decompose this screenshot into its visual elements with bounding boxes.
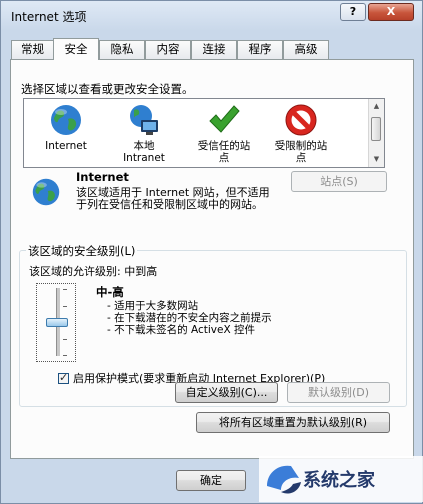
window-title: Internet 选项 <box>11 10 87 24</box>
selected-zone-globe-icon <box>32 178 60 206</box>
tab-advanced[interactable]: 高级 <box>283 40 329 59</box>
tab-security[interactable]: 安全 <box>53 38 99 60</box>
selected-zone-description: 该区域适用于 Internet 网站，但不适用于列在受信任和受限制区域中的网站。 <box>76 186 270 211</box>
security-level-slider[interactable] <box>36 283 76 362</box>
level-detail-line: - 在下载潜在的不安全内容之前提示 <box>107 312 272 324</box>
slider-tick <box>63 289 67 290</box>
zone-label: 受信任的站点 <box>197 140 251 164</box>
sites-button[interactable]: 站点(S) <box>291 171 387 192</box>
tab-strip: 常规 安全 隐私 内容 连接 程序 高级 <box>11 38 411 60</box>
watermark-text: 系统之家 <box>303 470 375 491</box>
scroll-thumb[interactable] <box>371 117 381 141</box>
globe-icon <box>51 105 81 135</box>
level-detail-line: - 适用于大多数网站 <box>107 300 199 312</box>
ok-button[interactable]: 确定 <box>176 470 246 491</box>
zone-label: 本地 Intranet <box>123 140 165 164</box>
zone-restricted-sites[interactable]: 受限制的站点 <box>264 103 338 164</box>
selected-zone-name: Internet <box>76 170 129 184</box>
default-level-button[interactable]: 默认级别(D) <box>287 382 390 403</box>
security-level-legend: 该区域的安全级别(L) <box>26 243 138 259</box>
zone-label: Internet <box>45 140 87 152</box>
zone-local-intranet[interactable]: 本地 Intranet <box>107 103 181 164</box>
zone-label: 受限制的站点 <box>274 140 328 164</box>
protected-mode-checkbox[interactable]: ✓ <box>58 371 69 384</box>
level-detail-line: - 不下载未签名的 ActiveX 控件 <box>107 324 255 336</box>
restricted-icon <box>285 104 317 136</box>
close-button[interactable]: X <box>368 3 414 21</box>
slider-tick <box>63 306 67 307</box>
help-button[interactable]: ? <box>340 3 366 21</box>
zone-trusted-sites[interactable]: 受信任的站点 <box>187 103 261 164</box>
scroll-up-icon[interactable]: ▲ <box>369 99 384 114</box>
intranet-icon <box>130 105 158 135</box>
slider-tick <box>63 355 67 356</box>
tab-privacy[interactable]: 隐私 <box>99 40 145 59</box>
level-details: - 适用于大多数网站 - 在下载潜在的不安全内容之前提示 - 不下载未签名的 A… <box>107 300 272 336</box>
trusted-check-icon <box>209 105 240 133</box>
tab-connections[interactable]: 连接 <box>191 40 237 59</box>
scroll-down-icon[interactable]: ▼ <box>369 152 384 167</box>
level-name: 中-高 <box>96 285 124 299</box>
reset-all-zones-button[interactable]: 将所有区域重置为默认级别(R) <box>196 412 390 433</box>
slider-thumb[interactable] <box>46 318 68 327</box>
allowed-levels-text: 该区域的允许级别: 中到高 <box>29 265 158 278</box>
tab-content[interactable]: 内容 <box>145 40 191 59</box>
tab-programs[interactable]: 程序 <box>237 40 283 59</box>
tab-general[interactable]: 常规 <box>11 40 54 59</box>
zone-instruction: 选择区域以查看或更改安全设置。 <box>21 82 194 96</box>
zone-internet[interactable]: Internet <box>29 103 103 152</box>
security-panel: 选择区域以查看或更改安全设置。 Internet 本地 Intranet 受信任… <box>10 59 414 459</box>
custom-level-button[interactable]: 自定义级别(C)... <box>175 382 278 403</box>
zone-list-scrollbar[interactable]: ▲ ▼ <box>368 99 384 167</box>
internet-options-dialog: Internet 选项 ? X 常规 安全 隐私 内容 连接 程序 高级 选择区… <box>0 0 423 504</box>
checkmark-icon: ✓ <box>59 371 69 384</box>
slider-tick <box>63 339 67 340</box>
zone-list: Internet 本地 Intranet 受信任的站点 受限制的站 点 ▲ ▼ <box>23 98 385 168</box>
title-bar[interactable]: Internet 选项 ? X <box>1 1 422 31</box>
